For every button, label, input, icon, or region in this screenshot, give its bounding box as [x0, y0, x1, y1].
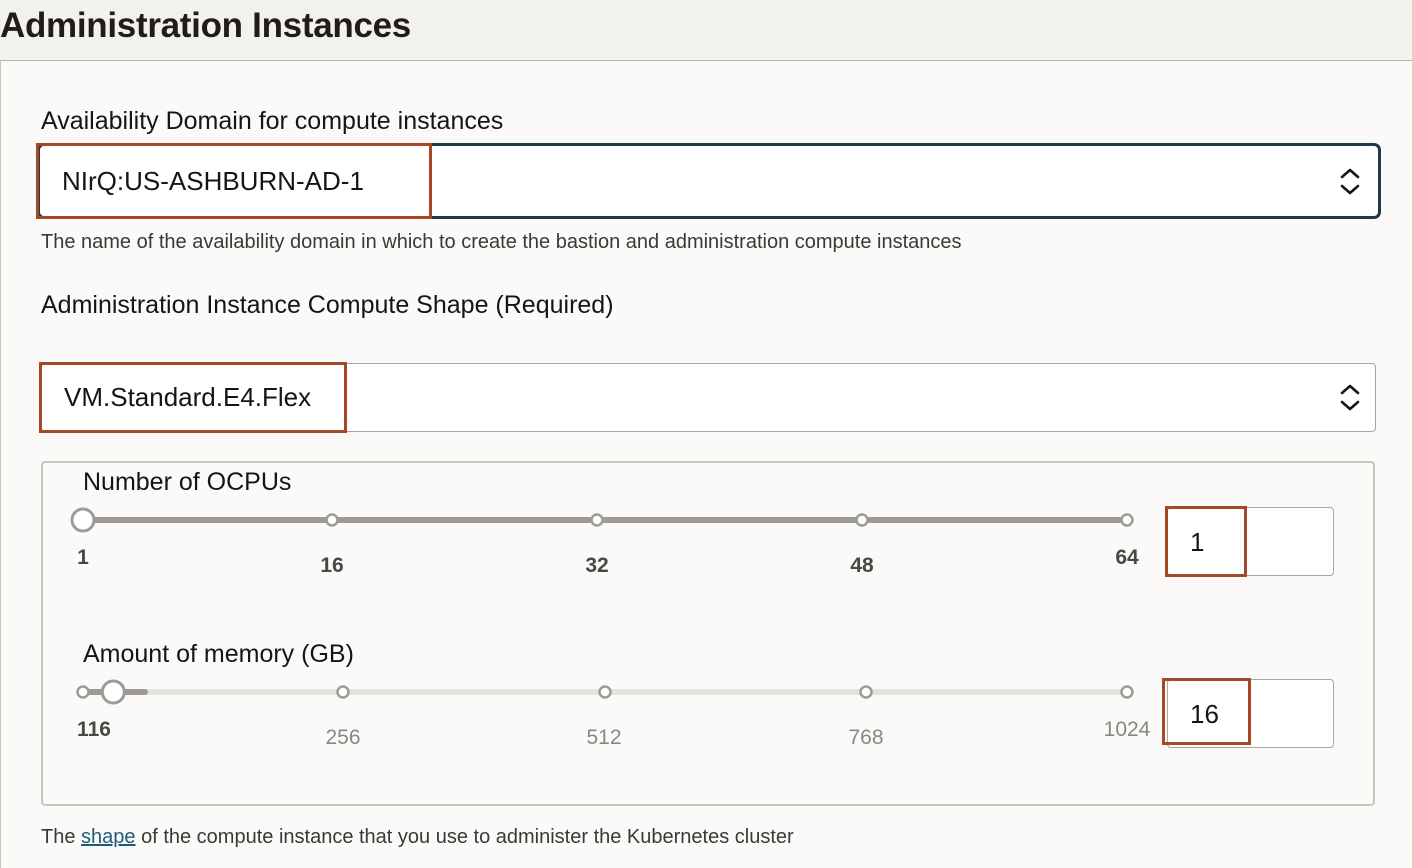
section-header: Administration Instances — [0, 0, 1412, 61]
ocpus-label: Number of OCPUs — [83, 468, 292, 496]
section-title: Administration Instances — [0, 6, 411, 45]
compute-shape-select[interactable]: VM.Standard.E4.Flex — [41, 363, 1376, 432]
ocpus-input-value: 1 — [1190, 527, 1205, 557]
compute-shape-value: VM.Standard.E4.Flex — [64, 382, 312, 412]
compute-shape-label: Administration Instance Compute Shape (R… — [41, 291, 614, 319]
availability-domain-value: NIrQ:US-ASHBURN-AD-1 — [62, 166, 364, 196]
shape-help-link[interactable]: shape — [81, 826, 136, 848]
chevron-up-down-icon — [1340, 384, 1360, 411]
availability-domain-help: The name of the availability domain in w… — [41, 231, 962, 253]
ocpus-input[interactable]: 1 — [1167, 507, 1334, 576]
compute-shape-help: The shape of the compute instance that y… — [41, 826, 794, 849]
compute-shape-help-prefix: The — [41, 826, 82, 848]
memory-label: Amount of memory (GB) — [83, 640, 354, 668]
section-left-border — [0, 61, 1, 868]
chevron-up-down-icon — [1340, 168, 1360, 195]
availability-domain-select[interactable]: NIrQ:US-ASHBURN-AD-1 — [38, 144, 1380, 218]
availability-domain-label: Availability Domain for compute instance… — [41, 107, 504, 135]
memory-input[interactable]: 16 — [1167, 679, 1334, 748]
memory-input-value: 16 — [1190, 699, 1219, 729]
compute-shape-help-suffix: of the compute instance that you use to … — [135, 826, 794, 848]
